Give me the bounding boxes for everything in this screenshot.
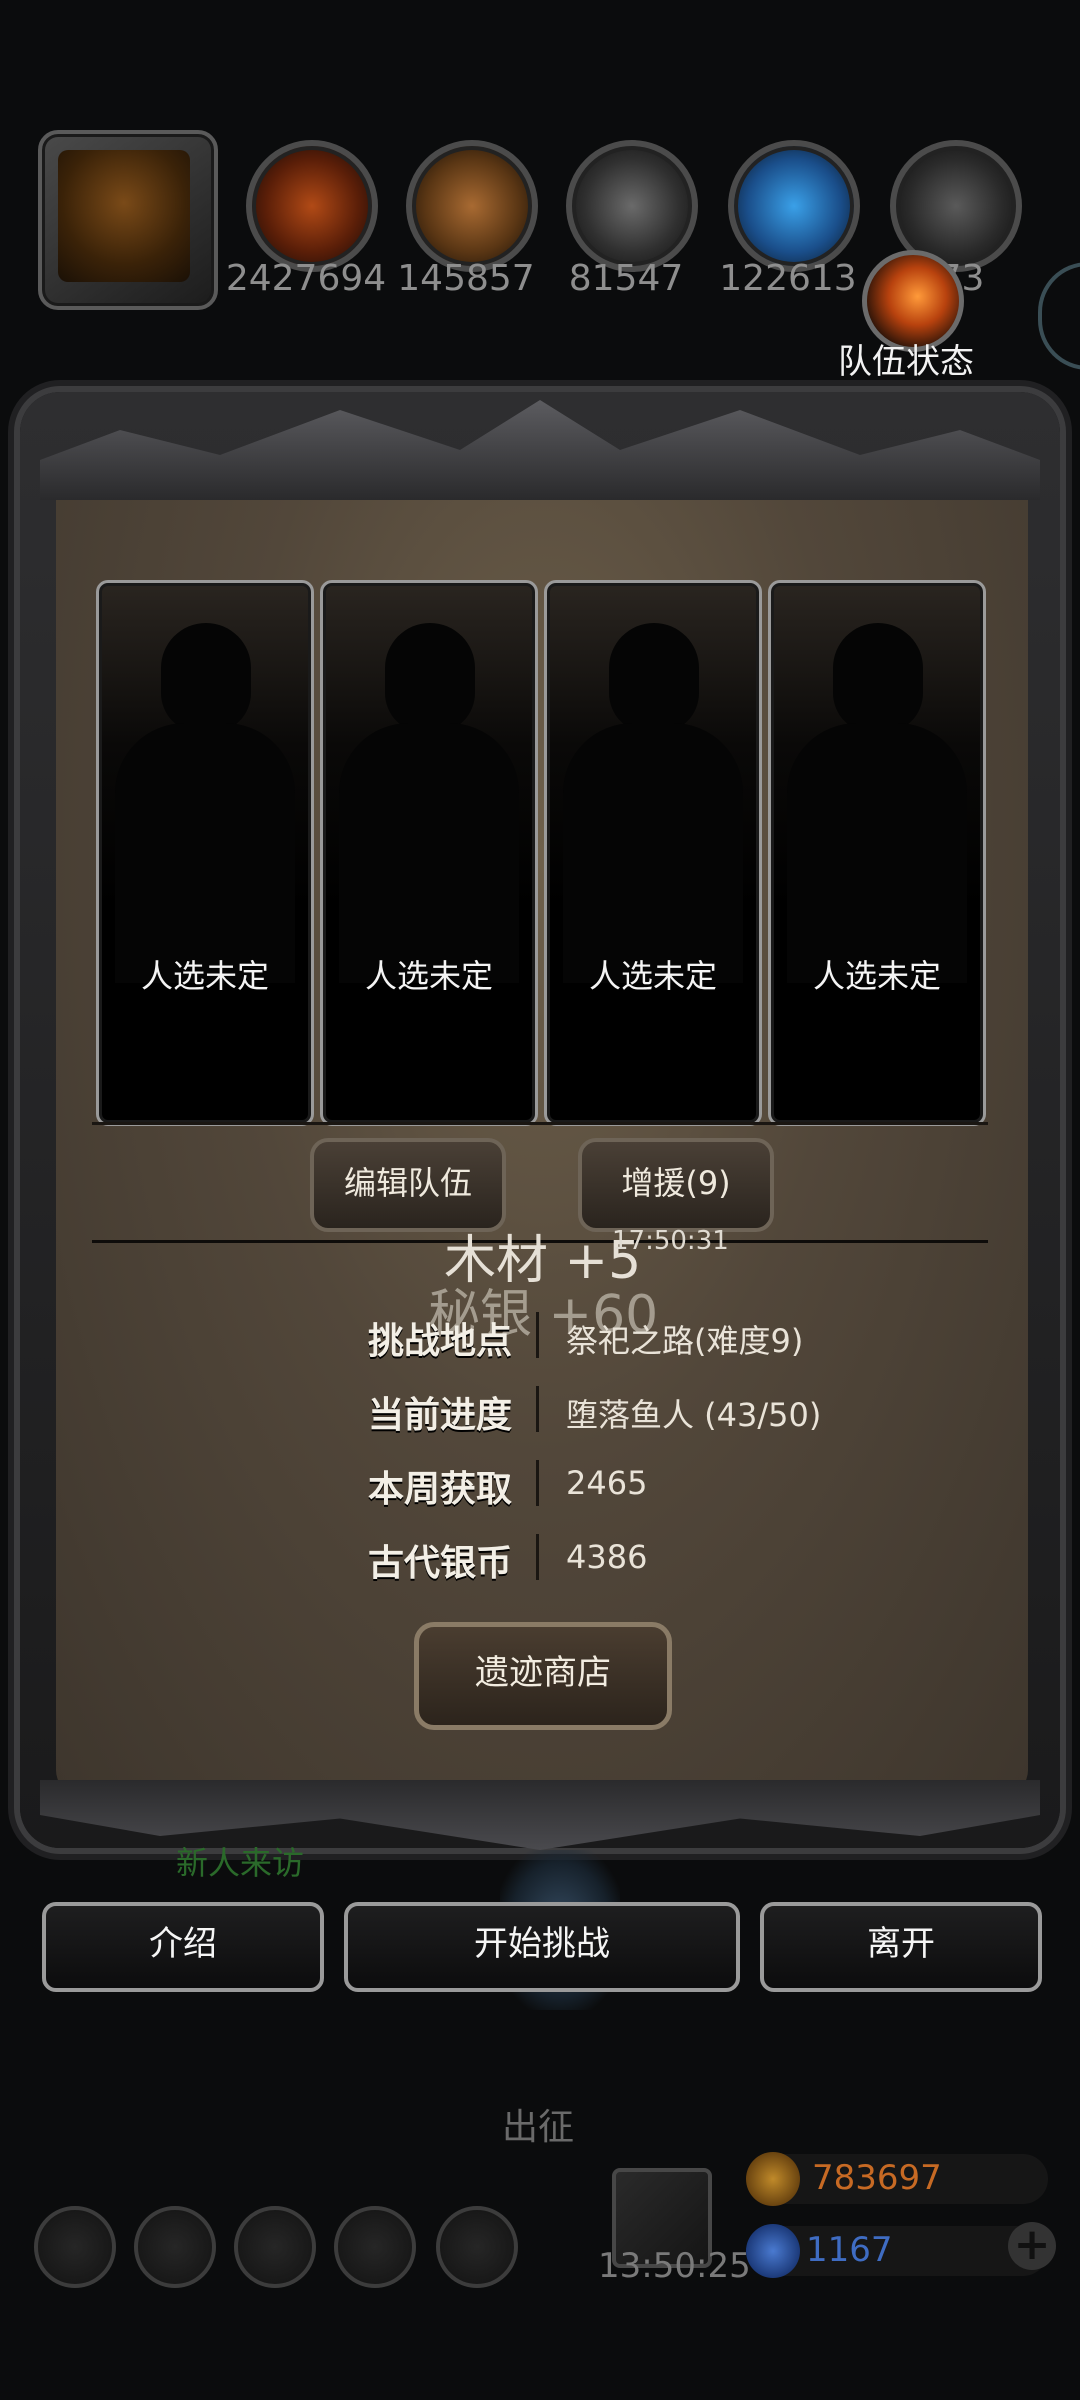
info-label-coins: 古代银币: [367, 1543, 512, 1584]
hero-avatar-icon: [58, 150, 190, 282]
gift-timer: 13:50:25: [598, 2246, 751, 2286]
timer-text: 17:50:31: [612, 1226, 729, 1256]
gem-value: 1167: [806, 2230, 893, 2270]
row-divider: [536, 1460, 539, 1506]
slot-label: 人选未定: [140, 957, 269, 995]
mail-icon[interactable]: [334, 2206, 416, 2288]
side-menu-tab[interactable]: [1038, 262, 1080, 370]
hero-portrait[interactable]: [38, 130, 218, 310]
team-slot-2[interactable]: 人选未定: [320, 580, 538, 1126]
info-value-coins: 4386: [566, 1538, 648, 1576]
silhouette-icon: [385, 623, 475, 733]
gem-icon: [746, 2224, 800, 2278]
info-value-weekly: 2465: [566, 1464, 648, 1502]
gate-icon[interactable]: [234, 2206, 316, 2288]
settings-icon[interactable]: [34, 2206, 116, 2288]
crystal-icon[interactable]: [728, 140, 860, 272]
leave-button[interactable]: 离开: [760, 1902, 1042, 1992]
box-icon[interactable]: [436, 2206, 518, 2288]
row-divider: [536, 1534, 539, 1580]
slot-label: 人选未定: [588, 957, 717, 995]
slot-label: 人选未定: [364, 957, 493, 995]
gold-value: 783697: [812, 2158, 942, 2198]
wood-value: 145857: [397, 258, 535, 299]
intro-button[interactable]: 介绍: [42, 1902, 324, 1992]
info-label-progress: 当前进度: [367, 1395, 512, 1436]
silhouette-icon: [609, 623, 699, 733]
star-icon[interactable]: [134, 2206, 216, 2288]
team-slot-4[interactable]: 人选未定: [768, 580, 986, 1126]
iron-icon[interactable]: [566, 140, 698, 272]
info-label-location: 挑战地点: [367, 1321, 512, 1362]
crystal-value: 122613: [719, 258, 857, 299]
meat-value: 2427694: [225, 258, 387, 299]
silhouette-icon: [161, 623, 251, 733]
expedition-label: 出征: [502, 2107, 575, 2148]
add-currency-button[interactable]: +: [1008, 2222, 1056, 2270]
info-value-location: 祭祀之路(难度9): [566, 1322, 804, 1360]
start-challenge-button[interactable]: 开始挑战: [344, 1902, 740, 1992]
divider-line: [92, 1122, 988, 1125]
meat-icon[interactable]: [246, 140, 378, 272]
team-slot-1[interactable]: 人选未定: [96, 580, 314, 1126]
team-slot-3[interactable]: 人选未定: [544, 580, 762, 1126]
row-divider: [536, 1312, 539, 1358]
info-value-progress: 堕落鱼人 (43/50): [566, 1396, 822, 1434]
wood-icon[interactable]: [406, 140, 538, 272]
gold-coin-icon: [746, 2152, 800, 2206]
relic-shop-button[interactable]: 遗迹商店: [414, 1622, 672, 1730]
info-label-weekly: 本周获取: [367, 1469, 512, 1510]
row-divider: [536, 1386, 539, 1432]
party-status-label: 队伍状态: [838, 342, 974, 382]
slot-label: 人选未定: [812, 957, 941, 995]
silhouette-icon: [833, 623, 923, 733]
new-visitor-text: 新人来访: [176, 1844, 305, 1882]
iron-value: 81547: [568, 258, 684, 299]
